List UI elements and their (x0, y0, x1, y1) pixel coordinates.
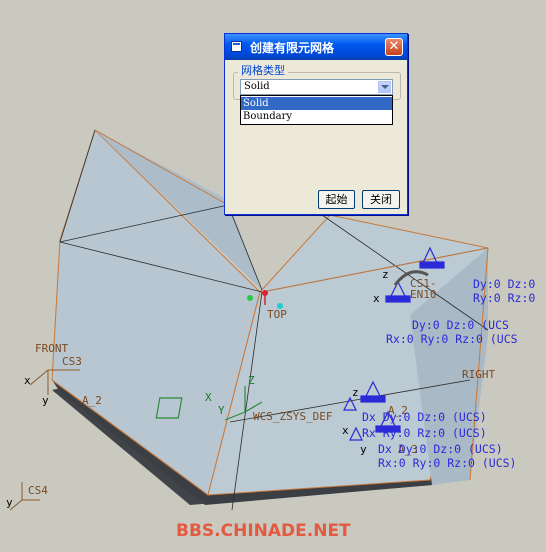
axis-y-c3: y (360, 443, 367, 456)
close-icon[interactable]: ✕ (385, 38, 403, 56)
constraint-c1-line1: Dy:0 Dz:0 (473, 277, 535, 291)
label-wcs: WCS_ZSYS_DEF (253, 410, 332, 423)
option-solid[interactable]: Solid (241, 97, 392, 110)
constraint-c4-line1: Dx Dy:0 Dz:0 (UCS) (378, 442, 503, 456)
constraint-c1-line2: Ry:0 Rz:0 (473, 291, 535, 305)
axis-x-wcs: X (205, 391, 212, 404)
mesh-type-label: 网格类型 (238, 62, 288, 78)
dialog-title: 创建有限元网格 (250, 41, 335, 55)
create-mesh-dialog: 创建有限元网格 ✕ 网格类型 Solid Solid Boundary 起始 关… (224, 33, 408, 215)
label-top: TOP (267, 308, 287, 321)
axis-z-wcs: Z (248, 374, 255, 387)
mesh-type-options: Solid Boundary (240, 95, 393, 125)
mesh-type-selected-value: Solid (244, 81, 270, 92)
axis-x-c3: x (342, 424, 349, 437)
axis-z-c3: z (352, 386, 359, 399)
constraint-c3-line2: Rx Ry:0 Rz:0 (UCS) (362, 426, 487, 440)
constraint-c4-line2: Rx:0 Ry:0 Rz:0 (UCS) (378, 456, 516, 470)
axis-x-cs3: x (24, 374, 31, 387)
axis-y-wcs: Y (218, 404, 225, 417)
label-right: RIGHT (462, 368, 495, 381)
mesh-type-select[interactable]: Solid (240, 79, 393, 95)
axis-x-c1: x (373, 292, 380, 305)
axis-y-cs3: y (42, 394, 49, 407)
constraint-c2-line2: Rx:0 Ry:0 Rz:0 (UCS (386, 332, 518, 346)
label-en10: EN10 (410, 288, 437, 301)
close-button[interactable]: 关闭 (362, 190, 400, 209)
chevron-down-icon[interactable] (378, 81, 391, 93)
axis-y-cs4: y (6, 496, 13, 509)
start-button[interactable]: 起始 (318, 190, 355, 209)
label-cs4: CS4 (28, 484, 48, 497)
window-icon (231, 41, 242, 52)
label-cs3: CS3 (62, 355, 82, 368)
constraint-c3-line1: Dx Dy:0 Dz:0 (UCS) (362, 410, 487, 424)
label-a2-left: A_2 (82, 394, 102, 407)
option-boundary[interactable]: Boundary (241, 110, 392, 123)
watermark: BBS.CHINADE.NET (176, 521, 351, 541)
constraint-c2-line1: Dy:0 Dz:0 (UCS (412, 318, 509, 332)
label-front: FRONT (35, 342, 68, 355)
dialog-titlebar[interactable]: 创建有限元网格 ✕ (225, 34, 407, 60)
axis-z-c1: z (382, 268, 389, 281)
